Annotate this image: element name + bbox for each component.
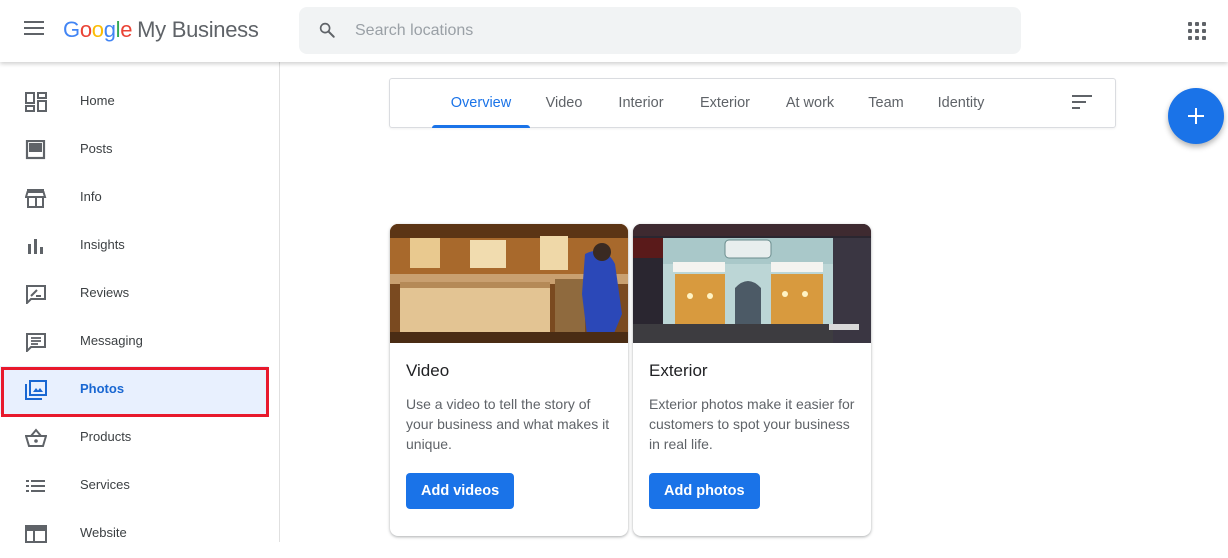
tab-exterior[interactable]: Exterior xyxy=(693,79,757,127)
sidebar-item-services[interactable]: Services xyxy=(0,462,268,510)
sidebar-item-label: Info xyxy=(80,189,102,204)
google-apps-icon[interactable] xyxy=(1188,22,1206,40)
card-title: Exterior xyxy=(649,361,708,380)
sidebar-item-label: Reviews xyxy=(80,285,130,300)
add-fab-button[interactable] xyxy=(1168,88,1224,144)
tab-overview[interactable]: Overview xyxy=(432,79,530,128)
sidebar-item-label: Photos xyxy=(80,381,125,396)
exterior-card-image xyxy=(633,224,871,343)
add-photos-button[interactable]: Add photos xyxy=(649,473,760,509)
posts-icon xyxy=(25,140,46,160)
sort-icon[interactable] xyxy=(1072,95,1092,111)
add-videos-button[interactable]: Add videos xyxy=(406,473,515,509)
sidebar-item-info[interactable]: Info xyxy=(0,174,268,222)
card-description: Exterior photos make it easier for custo… xyxy=(649,396,855,452)
photo-category-tabs: Overview Video Interior Exterior At work… xyxy=(389,78,1116,128)
sidebar-item-label: Messaging xyxy=(80,333,143,348)
basket-icon xyxy=(25,428,47,447)
app-header: Google My Business xyxy=(0,0,1228,62)
sidebar-item-products[interactable]: Products xyxy=(0,414,268,462)
product-name: My Business xyxy=(137,17,259,42)
tab-interior[interactable]: Interior xyxy=(610,79,672,127)
tab-identity[interactable]: Identity xyxy=(931,79,991,127)
sidebar-item-label: Posts xyxy=(80,141,113,156)
main-menu-icon[interactable] xyxy=(24,21,46,41)
dashboard-icon xyxy=(25,92,47,112)
google-my-business-logo[interactable]: Google My Business xyxy=(63,17,259,43)
video-card-image xyxy=(390,224,628,343)
sidebar-item-label: Website xyxy=(80,525,127,540)
rate-review-icon xyxy=(26,285,46,304)
sidebar-item-label: Insights xyxy=(80,237,125,252)
list-icon xyxy=(26,480,45,492)
tab-video[interactable]: Video xyxy=(538,79,590,127)
sidebar-item-website[interactable]: Website xyxy=(0,510,268,558)
message-icon xyxy=(26,333,46,352)
sidebar-item-messaging[interactable]: Messaging xyxy=(0,318,268,366)
sidebar-item-home[interactable]: Home xyxy=(0,78,268,126)
storefront-icon xyxy=(25,189,47,208)
sidebar-item-label: Home xyxy=(80,93,115,108)
sidebar-item-label: Services xyxy=(80,477,130,492)
sidebar-item-posts[interactable]: Posts xyxy=(0,126,268,174)
sidebar-item-label: Products xyxy=(80,429,132,444)
photo-library-icon xyxy=(25,380,47,400)
tab-at-work[interactable]: At work xyxy=(779,79,841,127)
card-title: Video xyxy=(406,361,450,380)
web-icon xyxy=(25,525,47,543)
bar-chart-icon xyxy=(28,239,43,254)
sidebar-item-photos[interactable]: Photos xyxy=(0,366,268,414)
video-card: Video Use a video to tell the story of y… xyxy=(390,224,628,536)
search-bar xyxy=(299,7,1021,54)
tab-team[interactable]: Team xyxy=(863,79,909,127)
search-icon[interactable] xyxy=(318,21,336,39)
sidebar-nav: Home Posts Info Insights Reviews Messagi… xyxy=(0,62,280,543)
sidebar-item-reviews[interactable]: Reviews xyxy=(0,270,268,318)
sidebar-item-insights[interactable]: Insights xyxy=(0,222,268,270)
exterior-card: Exterior Exterior photos make it easier … xyxy=(633,224,871,536)
search-input[interactable] xyxy=(355,7,995,54)
card-description: Use a video to tell the story of your bu… xyxy=(406,396,610,452)
